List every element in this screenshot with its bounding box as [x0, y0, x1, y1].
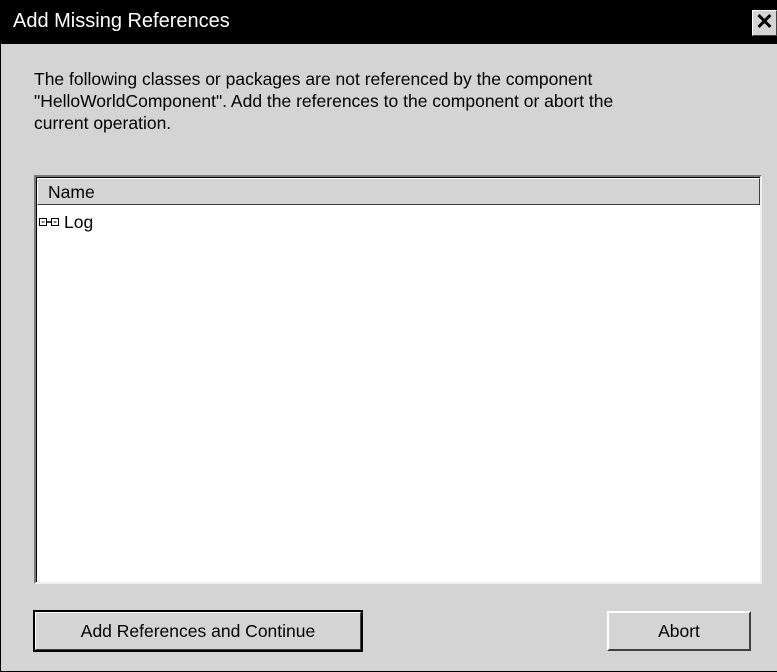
- dialog-title: Add Missing References: [13, 10, 230, 32]
- message-line-1: The following classes or packages are no…: [34, 69, 593, 89]
- close-icon: ✕: [755, 9, 774, 34]
- column-header-label: Name: [48, 182, 95, 202]
- package-reference-icon: [39, 218, 59, 226]
- column-header-name[interactable]: Name: [37, 178, 760, 205]
- abort-button[interactable]: Abort: [607, 611, 751, 651]
- list-item[interactable]: Log: [38, 210, 93, 234]
- references-list[interactable]: Name Log: [34, 175, 762, 584]
- message-text: The following classes or packages are no…: [34, 68, 754, 134]
- list-item-label: Log: [64, 212, 94, 232]
- add-missing-references-dialog: Add Missing References ✕ The following c…: [0, 0, 777, 672]
- title-bar[interactable]: Add Missing References ✕: [1, 0, 777, 44]
- message-line-2: "HelloWorldComponent". Add the reference…: [34, 91, 614, 111]
- message-line-3: current operation.: [34, 113, 172, 133]
- add-references-and-continue-button[interactable]: Add References and Continue: [34, 611, 362, 651]
- close-button[interactable]: ✕: [752, 10, 777, 36]
